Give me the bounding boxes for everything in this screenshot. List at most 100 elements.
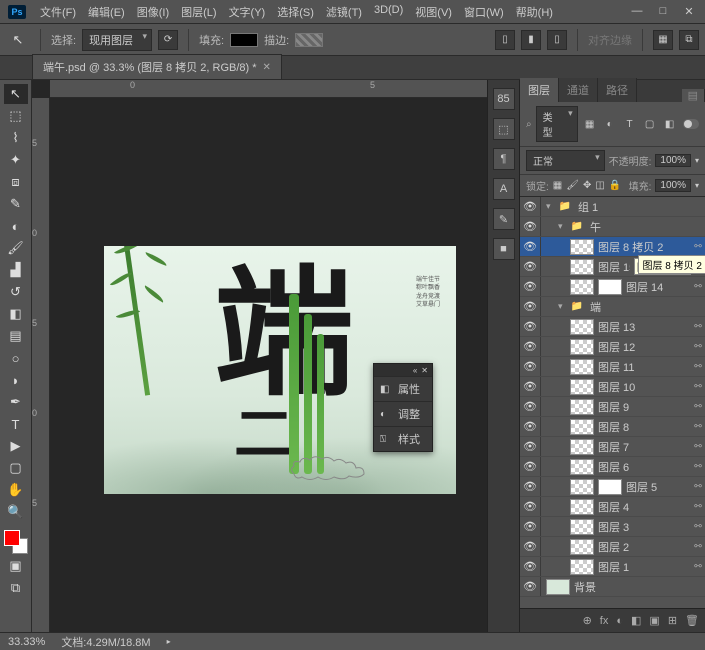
link-icon[interactable]: ⚯ [691,561,705,572]
fill-opacity-value[interactable]: 100% [655,179,691,192]
link-icon[interactable]: ⚯ [691,341,705,352]
twisty-icon[interactable]: ▾ [546,201,556,212]
zoom-value[interactable]: 33.33% [8,636,45,648]
lock-pos-icon[interactable]: ✥ [583,180,591,191]
visibility-toggle[interactable]: 👁 [520,320,540,333]
layer-action-button[interactable]: ◧ [631,614,641,627]
visibility-toggle[interactable]: 👁 [520,360,540,373]
visibility-toggle[interactable]: 👁 [520,280,540,293]
visibility-toggle[interactable]: 👁 [520,240,540,253]
menu-item[interactable]: 窗口(W) [458,1,510,23]
link-icon[interactable]: ⚯ [691,521,705,532]
link-icon[interactable]: ⚯ [691,241,705,252]
align-3-icon[interactable]: ▯ [547,30,567,50]
minimize-button[interactable]: — [629,5,645,18]
visibility-toggle[interactable]: 👁 [520,260,540,273]
color-picker[interactable] [4,530,28,554]
link-icon[interactable]: ⚯ [691,401,705,412]
layer-row[interactable]: 👁图层 1⚯ [520,557,705,577]
styles-tab[interactable]: 样式 [398,431,420,447]
move-tool[interactable]: ↖ [4,84,28,104]
collapsed-panel-button[interactable]: ■ [493,238,515,260]
visibility-toggle[interactable]: 👁 [520,460,540,473]
link-icon[interactable]: ⚯ [691,281,705,292]
menu-item[interactable]: 视图(V) [409,1,458,23]
close-button[interactable]: ✕ [681,5,697,18]
visibility-toggle[interactable]: 👁 [520,560,540,573]
opt-icon-1[interactable]: ⟳ [158,30,178,50]
layer-row[interactable]: 👁图层 13⚯ [520,317,705,337]
visibility-toggle[interactable]: 👁 [520,580,540,593]
lock-all-icon[interactable]: 🔒 [609,180,621,191]
visibility-toggle[interactable]: 👁 [520,200,540,213]
layer-action-button[interactable]: ⊞ [668,614,677,627]
fill-swatch[interactable] [230,33,258,47]
layer-row[interactable]: 👁图层 11⚯ [520,357,705,377]
layer-action-button[interactable]: ⊕ [583,614,592,627]
eyedropper-tool[interactable]: ✎ [4,194,28,214]
adjustments-tab[interactable]: 调整 [398,406,420,422]
foreground-color[interactable] [4,530,20,546]
gradient-tool[interactable]: ▤ [4,326,28,346]
heal-tool[interactable]: ◐ [4,216,28,236]
layer-row[interactable]: 👁▾📁端 [520,297,705,317]
pen-tool[interactable]: ✒ [4,392,28,412]
filter-adjust-icon[interactable]: ◐ [602,117,618,131]
stamp-tool[interactable]: ▟ [4,260,28,280]
menu-item[interactable]: 文字(Y) [223,1,272,23]
lock-paint-icon[interactable]: 🖌 [566,180,579,191]
collapsed-panel-button[interactable]: 85 [493,88,515,110]
visibility-toggle[interactable]: 👁 [520,520,540,533]
lasso-tool[interactable]: ⌇ [4,128,28,148]
visibility-toggle[interactable]: 👁 [520,220,540,233]
grid-icon[interactable]: ▦ [653,30,673,50]
align-2-icon[interactable]: ▮ [521,30,541,50]
menu-item[interactable]: 图层(L) [175,1,222,23]
layer-action-button[interactable]: ▣ [649,614,659,627]
panel-menu-icon[interactable]: ▤ [682,89,705,102]
visibility-toggle[interactable]: 👁 [520,340,540,353]
stroke-swatch[interactable] [295,33,323,47]
link-icon[interactable]: ⚯ [691,321,705,332]
shape-tool[interactable]: ▢ [4,458,28,478]
link-icon[interactable]: ⚯ [691,381,705,392]
lock-trans-icon[interactable]: ▦ [553,180,562,191]
layer-action-button[interactable]: fx [600,615,609,627]
visibility-toggle[interactable]: 👁 [520,420,540,433]
document-tab[interactable]: 端午.psd @ 33.3% (图层 8 拷贝 2, RGB/8) * ✕ [32,54,282,79]
layer-row[interactable]: 👁图层 12⚯ [520,337,705,357]
path-select-tool[interactable]: ▶ [4,436,28,456]
menu-item[interactable]: 编辑(E) [82,1,131,23]
menu-item[interactable]: 帮助(H) [510,1,559,23]
link-icon[interactable]: ⚯ [691,421,705,432]
lock-nest-icon[interactable]: ◫ [595,180,604,191]
visibility-toggle[interactable]: 👁 [520,300,540,313]
menu-item[interactable]: 图像(I) [131,1,175,23]
twisty-icon[interactable]: ▾ [558,301,568,312]
collapsed-panel-button[interactable]: A [493,178,515,200]
type-tool[interactable]: T [4,414,28,434]
close-tab-icon[interactable]: ✕ [263,62,271,73]
link-icon[interactable]: ⚯ [691,441,705,452]
link-icon[interactable]: ⚯ [691,461,705,472]
layer-action-button[interactable]: ◐ [616,615,623,627]
layer-row[interactable]: 👁图层 14⚯ [520,277,705,297]
history-brush-tool[interactable]: ↺ [4,282,28,302]
layer-row[interactable]: 👁▾📁组 1 [520,197,705,217]
link-icon[interactable]: ⚯ [691,541,705,552]
filter-type-icon[interactable]: T [622,117,638,131]
layer-row[interactable]: 👁图层 7⚯ [520,437,705,457]
filter-pixel-icon[interactable]: ▦ [582,117,598,131]
layer-row[interactable]: 👁图层 10⚯ [520,377,705,397]
filter-toggle[interactable] [683,119,699,129]
link-icon[interactable]: ⚯ [691,501,705,512]
align-1-icon[interactable]: ▯ [495,30,515,50]
layer-row[interactable]: 👁图层 2⚯ [520,537,705,557]
crop-tool[interactable]: ⧈ [4,172,28,192]
blend-mode-dropdown[interactable]: 正常 [526,150,605,171]
link-icon[interactable]: ⚯ [691,481,705,492]
properties-panel[interactable]: «✕ ◧属性 ◐调整 ⍂样式 [373,363,433,452]
visibility-toggle[interactable]: 👁 [520,500,540,513]
collapsed-panel-button[interactable]: ¶ [493,148,515,170]
filter-kind-dropdown[interactable]: 类型 [536,106,578,142]
